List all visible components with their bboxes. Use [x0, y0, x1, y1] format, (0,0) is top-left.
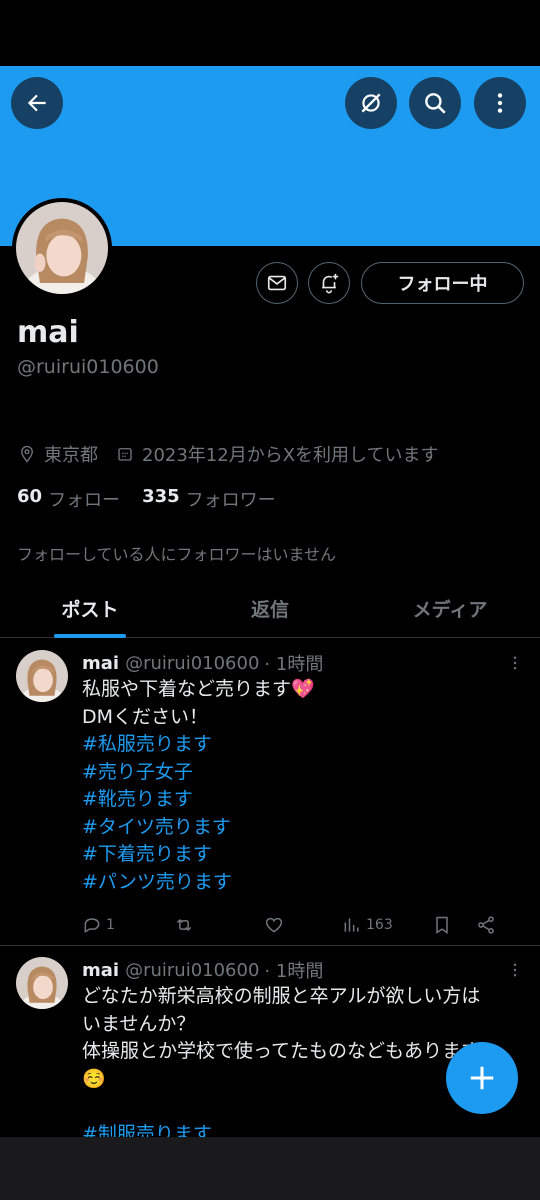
search-icon — [425, 93, 446, 114]
back-button[interactable] — [11, 77, 63, 129]
avatar[interactable] — [16, 957, 68, 1009]
tweet-line: いませんか？ — [82, 1012, 196, 1035]
more-vertical-icon[interactable] — [506, 652, 524, 674]
tab-replies[interactable]: 返信 — [180, 580, 360, 637]
reply-button[interactable]: 1 — [82, 915, 115, 935]
hashtag-link[interactable]: #タイツ売ります — [82, 814, 524, 842]
hashtag-link[interactable]: #売り子女子 — [82, 759, 524, 787]
tweet-author-name[interactable]: mai — [82, 960, 119, 981]
calendar-icon — [118, 448, 132, 461]
location-text: 東京都 — [44, 445, 98, 466]
arrow-left-icon — [27, 94, 46, 112]
message-button[interactable] — [256, 262, 298, 304]
retweet-button[interactable] — [174, 915, 194, 935]
search-button[interactable] — [409, 77, 461, 129]
tab-label: 返信 — [250, 599, 289, 621]
user-handle: @ruirui010600 — [17, 356, 159, 378]
profile-avatar[interactable] — [12, 198, 112, 298]
tweet-header: mai @ruirui010600 · 1時間 — [82, 957, 524, 983]
notifications-button[interactable] — [308, 262, 350, 304]
retweet-icon — [176, 918, 192, 932]
share-button[interactable] — [476, 915, 496, 935]
profile-tabs: ポスト 返信 メディア — [0, 580, 540, 638]
hashtag-link[interactable]: #靴売ります — [82, 786, 524, 814]
tab-label: メディア — [412, 599, 488, 621]
share-icon — [478, 916, 494, 934]
views-button[interactable]: 163 — [342, 915, 393, 935]
location: 東京都 — [18, 441, 98, 467]
tweet-line: どなたか新栄高校の制服と卒アルが欲しい方は — [82, 985, 481, 1007]
bell-plus-icon — [322, 273, 339, 294]
following-count-link[interactable]: 60 フォロー — [17, 486, 120, 512]
join-date-text: 2023年12月からXを利用しています — [142, 445, 439, 466]
tweet-actions: 1 163 — [82, 910, 524, 940]
avatar-photo — [16, 650, 68, 702]
avatar[interactable] — [16, 650, 68, 702]
tweet-text: 私服や下着など売ります💖 DMください！ #私服売ります #売り子女子 #靴売り… — [82, 676, 524, 896]
tweet-body: mai @ruirui010600 · 1時間 どなたか新栄高校の制服と卒アルが… — [82, 957, 524, 1137]
more-vertical-icon — [497, 93, 503, 113]
tweet-author-handle: @ruirui010600 — [125, 652, 260, 674]
location-pin-icon — [21, 445, 33, 463]
tab-posts[interactable]: ポスト — [0, 580, 180, 638]
tweet-line: DMください！ — [82, 705, 209, 728]
tweet-author-name[interactable]: mai — [82, 653, 119, 674]
display-name: mai — [17, 315, 79, 350]
hashtag-link[interactable]: #下着売ります — [82, 841, 524, 869]
hashtag-link[interactable]: #パンツ売ります — [82, 869, 524, 897]
hashtag-link[interactable]: #私服売ります — [82, 731, 524, 759]
tweet[interactable]: mai @ruirui010600 · 1時間 どなたか新栄高校の制服と卒アルが… — [0, 957, 540, 1137]
tweet-author-handle: @ruirui010600 — [125, 959, 260, 981]
grok-button[interactable] — [345, 77, 397, 129]
tweet-header: mai @ruirui010600 · 1時間 — [82, 650, 524, 676]
following-button[interactable]: フォロー中 — [361, 262, 524, 304]
views-chart-icon — [344, 918, 359, 932]
followers-count-link[interactable]: 335 フォロワー — [142, 486, 276, 512]
following-label: フォロー — [48, 490, 121, 511]
followers-count: 335 — [142, 486, 180, 507]
tweet-line: 私服や下着など売ります💖 — [82, 678, 315, 700]
avatar-photo — [16, 202, 108, 294]
following-count: 60 — [17, 486, 43, 507]
tweet[interactable]: mai @ruirui010600 · 1時間 私服や下着など売ります💖 DMく… — [0, 650, 540, 946]
grok-icon — [361, 93, 381, 113]
bookmark-icon — [436, 916, 448, 934]
bookmark-button[interactable] — [432, 915, 452, 935]
follow-counts: 60 フォロー 335 フォロワー — [17, 486, 298, 512]
tweet-body: mai @ruirui010600 · 1時間 私服や下着など売ります💖 DMく… — [82, 650, 524, 945]
more-options-button[interactable] — [474, 77, 526, 129]
active-tab-indicator — [54, 634, 126, 638]
reply-count: 1 — [106, 917, 115, 933]
tweet-time: · 1時間 — [264, 961, 324, 982]
followers-you-know: フォローしている人にフォロワーはいません — [17, 545, 337, 564]
profile-meta: 東京都 2023年12月からXを利用しています — [18, 441, 457, 467]
followers-label: フォロワー — [185, 490, 276, 511]
views-count: 163 — [366, 917, 393, 933]
status-bar — [0, 0, 540, 66]
more-vertical-icon[interactable] — [506, 959, 524, 981]
tab-media[interactable]: メディア — [360, 580, 540, 637]
avatar-photo — [16, 957, 68, 1009]
plus-icon — [470, 1066, 494, 1090]
compose-post-button[interactable] — [446, 1042, 518, 1114]
like-button[interactable] — [264, 915, 284, 935]
reply-icon — [84, 918, 100, 933]
join-date: 2023年12月からXを利用しています — [116, 441, 439, 467]
hashtag-link[interactable]: #制服売ります — [82, 1121, 524, 1138]
mail-icon — [267, 275, 287, 291]
heart-icon — [265, 917, 283, 933]
tweet-time: · 1時間 — [264, 654, 324, 675]
tab-label: ポスト — [61, 599, 119, 621]
system-navigation-bar — [0, 1137, 540, 1200]
